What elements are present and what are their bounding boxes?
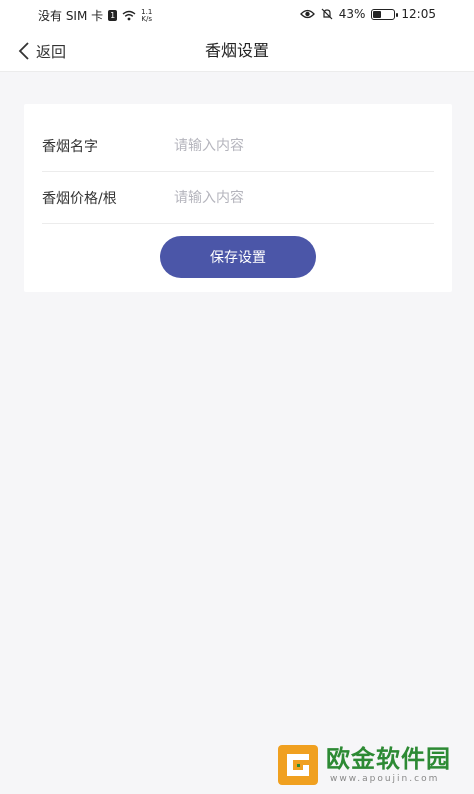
status-left: 没有 SIM 卡 1 1.1 K/s — [38, 7, 152, 24]
sim-icon: 1 — [108, 10, 118, 21]
eye-icon — [299, 9, 315, 19]
battery-percent: 43% — [338, 7, 366, 21]
name-row: 香烟名字 — [42, 120, 434, 172]
battery-icon — [371, 8, 399, 20]
name-label: 香烟名字 — [42, 138, 98, 155]
watermark-url: www.apoujin.com — [330, 774, 440, 784]
net-speed: 1.1 K/s — [141, 8, 153, 23]
wifi-icon — [122, 10, 136, 21]
nav-bar: 返回 香烟设置 — [0, 30, 474, 72]
carrier-text: 没有 SIM 卡 — [38, 9, 104, 23]
name-input[interactable] — [174, 129, 434, 162]
price-row: 香烟价格/根 — [42, 172, 434, 224]
price-input[interactable] — [174, 181, 434, 214]
net-speed-unit: K/s — [141, 14, 153, 23]
watermark: 欧金软件园 www.apoujin.com — [276, 740, 466, 790]
settings-card: 香烟名字 香烟价格/根 保存设置 — [24, 104, 452, 292]
page-title: 香烟设置 — [204, 41, 269, 60]
status-right: 43% 12:05 — [299, 7, 436, 21]
watermark-title: 欧金软件园 — [326, 745, 451, 773]
watermark-text: 欧金软件园 www.apoujin.com — [326, 745, 451, 785]
save-settings-button[interactable]: 保存设置 — [160, 236, 316, 278]
watermark-logo — [278, 745, 318, 785]
clock: 12:05 — [401, 7, 436, 21]
status-bar: 没有 SIM 卡 1 1.1 K/s 43% 12:05 — [0, 0, 474, 30]
price-label: 香烟价格/根 — [42, 190, 117, 207]
mute-bell-icon — [321, 8, 333, 20]
